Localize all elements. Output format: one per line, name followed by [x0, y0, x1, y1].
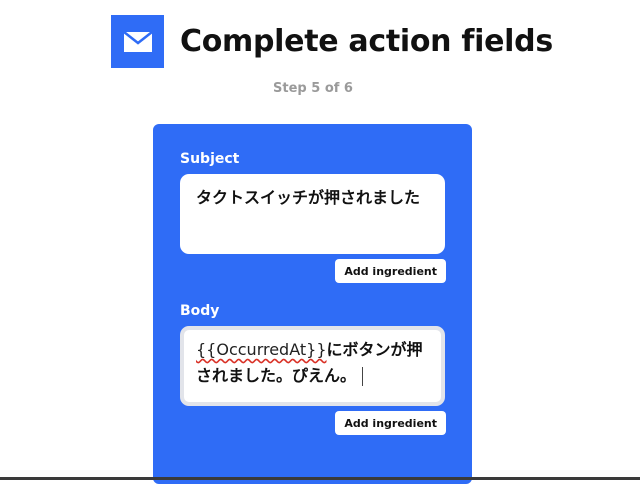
body-field[interactable]: {{OccurredAt}}にボタンが押されました。ぴえん。: [180, 326, 445, 406]
subject-add-ingredient-button[interactable]: Add ingredient: [335, 259, 446, 283]
subject-label: Subject: [180, 151, 240, 167]
subject-field[interactable]: タクトスイッチが押されました: [180, 174, 445, 254]
step-indicator: Step 5 of 6: [273, 81, 353, 96]
subject-value: タクトスイッチが押されました: [196, 188, 421, 207]
action-fields-card: Subject タクトスイッチが押されました Add ingredient Bo…: [153, 124, 472, 484]
page-title: Complete action fields: [180, 24, 553, 59]
text-caret: [362, 367, 364, 386]
page-header: Complete action fields: [111, 15, 553, 68]
ingredient-token[interactable]: {{OccurredAt}}: [196, 340, 327, 359]
envelope-icon: [111, 15, 164, 68]
body-add-ingredient-button[interactable]: Add ingredient: [335, 411, 446, 435]
body-label: Body: [180, 303, 220, 319]
